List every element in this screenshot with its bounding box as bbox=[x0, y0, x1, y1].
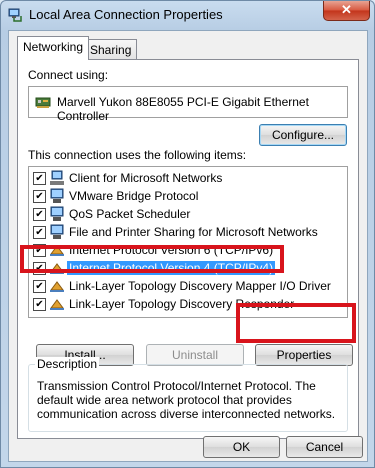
adapter-name: Marvell Yukon 88E8055 PCI-E Gigabit Ethe… bbox=[57, 95, 309, 123]
item-checkbox[interactable]: ✔ bbox=[33, 298, 46, 311]
configure-button[interactable]: Configure... bbox=[259, 124, 347, 146]
adapter-field: Marvell Yukon 88E8055 PCI-E Gigabit Ethe… bbox=[28, 86, 348, 123]
tab-sharing-label: Sharing bbox=[90, 43, 132, 57]
protocol-icon bbox=[50, 299, 64, 310]
items-label: This connection uses the following items… bbox=[28, 148, 247, 162]
close-icon: ✕ bbox=[341, 2, 352, 17]
window-title: Local Area Connection Properties bbox=[29, 7, 223, 22]
tab-sharing[interactable]: Sharing bbox=[84, 39, 138, 60]
description-legend: Description bbox=[35, 357, 100, 371]
description-group: Description Transmission Control Protoco… bbox=[28, 357, 348, 432]
close-button[interactable]: ✕ bbox=[323, 1, 370, 21]
list-item[interactable]: ✔ File and Printer Sharing for Microsoft… bbox=[29, 224, 347, 240]
properties-button[interactable]: Properties bbox=[255, 344, 353, 366]
item-label: Client for Microsoft Networks bbox=[69, 171, 223, 185]
ok-button-label: OK bbox=[232, 440, 251, 454]
uninstall-button-label: Uninstall bbox=[171, 348, 219, 362]
client-network-icon bbox=[50, 170, 64, 185]
list-item[interactable]: ✔ Client for Microsoft Networks bbox=[29, 170, 347, 186]
list-item[interactable]: ✔ Link-Layer Topology Discovery Mapper I… bbox=[29, 278, 347, 294]
tab-networking[interactable]: Networking bbox=[17, 36, 90, 60]
item-checkbox[interactable]: ✔ bbox=[33, 190, 46, 203]
network-connection-icon bbox=[8, 8, 22, 22]
network-adapter-icon bbox=[35, 97, 51, 108]
network-icon bbox=[50, 206, 64, 221]
connect-using-label: Connect using: bbox=[28, 68, 109, 82]
uninstall-button[interactable]: Uninstall bbox=[146, 344, 244, 366]
network-icon bbox=[50, 224, 64, 239]
properties-dialog: Local Area Connection Properties ✕ Netwo… bbox=[0, 0, 375, 468]
description-text: Transmission Control Protocol/Internet P… bbox=[37, 379, 336, 421]
item-label: VMware Bridge Protocol bbox=[69, 189, 199, 203]
item-checkbox[interactable]: ✔ bbox=[33, 280, 46, 293]
list-item[interactable]: ✔ QoS Packet Scheduler bbox=[29, 206, 347, 222]
item-label: File and Printer Sharing for Microsoft N… bbox=[69, 225, 318, 239]
tab-networking-label: Networking bbox=[23, 40, 84, 54]
list-item[interactable]: ✔ VMware Bridge Protocol bbox=[29, 188, 347, 204]
highlight-box-properties bbox=[236, 303, 356, 343]
cancel-button-label: Cancel bbox=[305, 440, 344, 454]
items-list[interactable]: ✔ Client for Microsoft Networks ✔ VMware… bbox=[28, 166, 348, 318]
network-icon bbox=[50, 188, 64, 203]
item-checkbox[interactable]: ✔ bbox=[33, 226, 46, 239]
title-bar: Local Area Connection Properties ✕ bbox=[1, 1, 374, 29]
item-label: Link-Layer Topology Discovery Mapper I/O… bbox=[69, 279, 331, 293]
configure-button-label: Configure... bbox=[271, 128, 335, 142]
item-label: QoS Packet Scheduler bbox=[69, 207, 191, 221]
highlight-box-ipv4 bbox=[20, 245, 284, 273]
cancel-button[interactable]: Cancel bbox=[286, 436, 363, 458]
ok-button[interactable]: OK bbox=[203, 436, 280, 458]
properties-button-label: Properties bbox=[276, 348, 332, 362]
item-checkbox[interactable]: ✔ bbox=[33, 208, 46, 221]
item-checkbox[interactable]: ✔ bbox=[33, 172, 46, 185]
protocol-icon bbox=[50, 281, 64, 292]
